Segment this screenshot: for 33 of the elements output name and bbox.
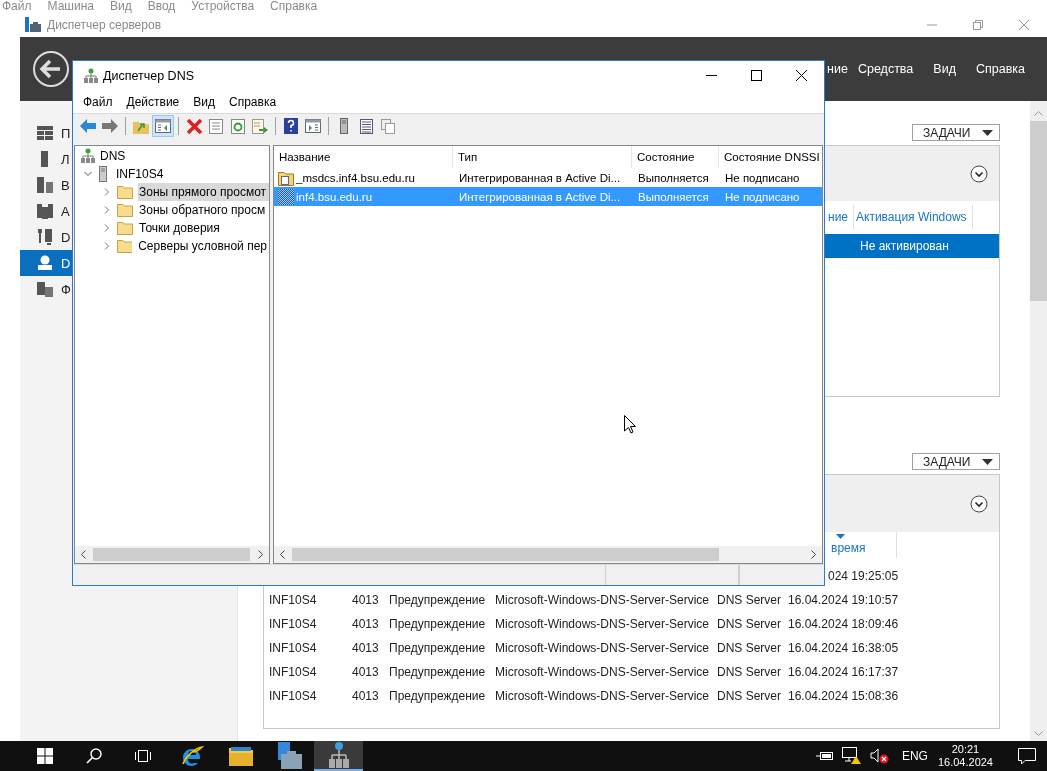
table-cell-text: INF10S4	[269, 641, 318, 655]
table-cell-text: 4013	[352, 689, 380, 703]
table-cell-text: Microsoft-Windows-DNS-Server-Service	[495, 641, 711, 655]
table-cell-text: 16.04.2024 16:38:05	[788, 641, 900, 655]
table-cell-text: INF10S4	[269, 617, 318, 631]
table-cell-text: INF10S4	[269, 689, 318, 703]
table-cell-text: Предупреждение	[389, 641, 487, 655]
window-title: Диспетчер серверов	[47, 18, 162, 32]
table-cell-text: 16.04.2024 19:10:57	[788, 593, 900, 607]
table-cell-text: 4013	[352, 665, 380, 679]
table-cell-text: INF10S4	[269, 665, 318, 679]
table-cell-text: 16.04.2024 16:17:37	[788, 665, 900, 679]
table-cell-text: Microsoft-Windows-DNS-Server-Service	[495, 617, 711, 631]
table-cell-text: 16.04.2024 15:08:36	[788, 689, 900, 703]
table-cell-text: Microsoft-Windows-DNS-Server-Service	[495, 689, 711, 703]
table-cell-text: DNS Server	[717, 641, 782, 655]
table-cell-text: Предупреждение	[389, 617, 487, 631]
table-cell-text: Предупреждение	[389, 593, 487, 607]
table-cell-text: DNS Server	[717, 593, 782, 607]
table-cell-text: 4013	[352, 593, 380, 607]
table-cell-text: DNS Server	[717, 689, 782, 703]
table-cell-text: Microsoft-Windows-DNS-Server-Service	[495, 593, 711, 607]
table-cell-text: Microsoft-Windows-DNS-Server-Service	[495, 665, 711, 679]
table-cell-text: 4013	[352, 617, 380, 631]
table-cell-text: 4013	[352, 641, 380, 655]
table-cell: 024 19:25:05	[828, 569, 899, 583]
table-cell-text: 16.04.2024 18:09:46	[788, 617, 900, 631]
table-cell-text: Предупреждение	[389, 665, 487, 679]
table-cell-text: DNS Server	[717, 665, 782, 679]
window-title: Диспетчер DNS	[103, 68, 194, 83]
table-cell-text: DNS Server	[717, 617, 782, 631]
table-cell-text: INF10S4	[269, 593, 318, 607]
table-cell-text: Предупреждение	[389, 689, 487, 703]
